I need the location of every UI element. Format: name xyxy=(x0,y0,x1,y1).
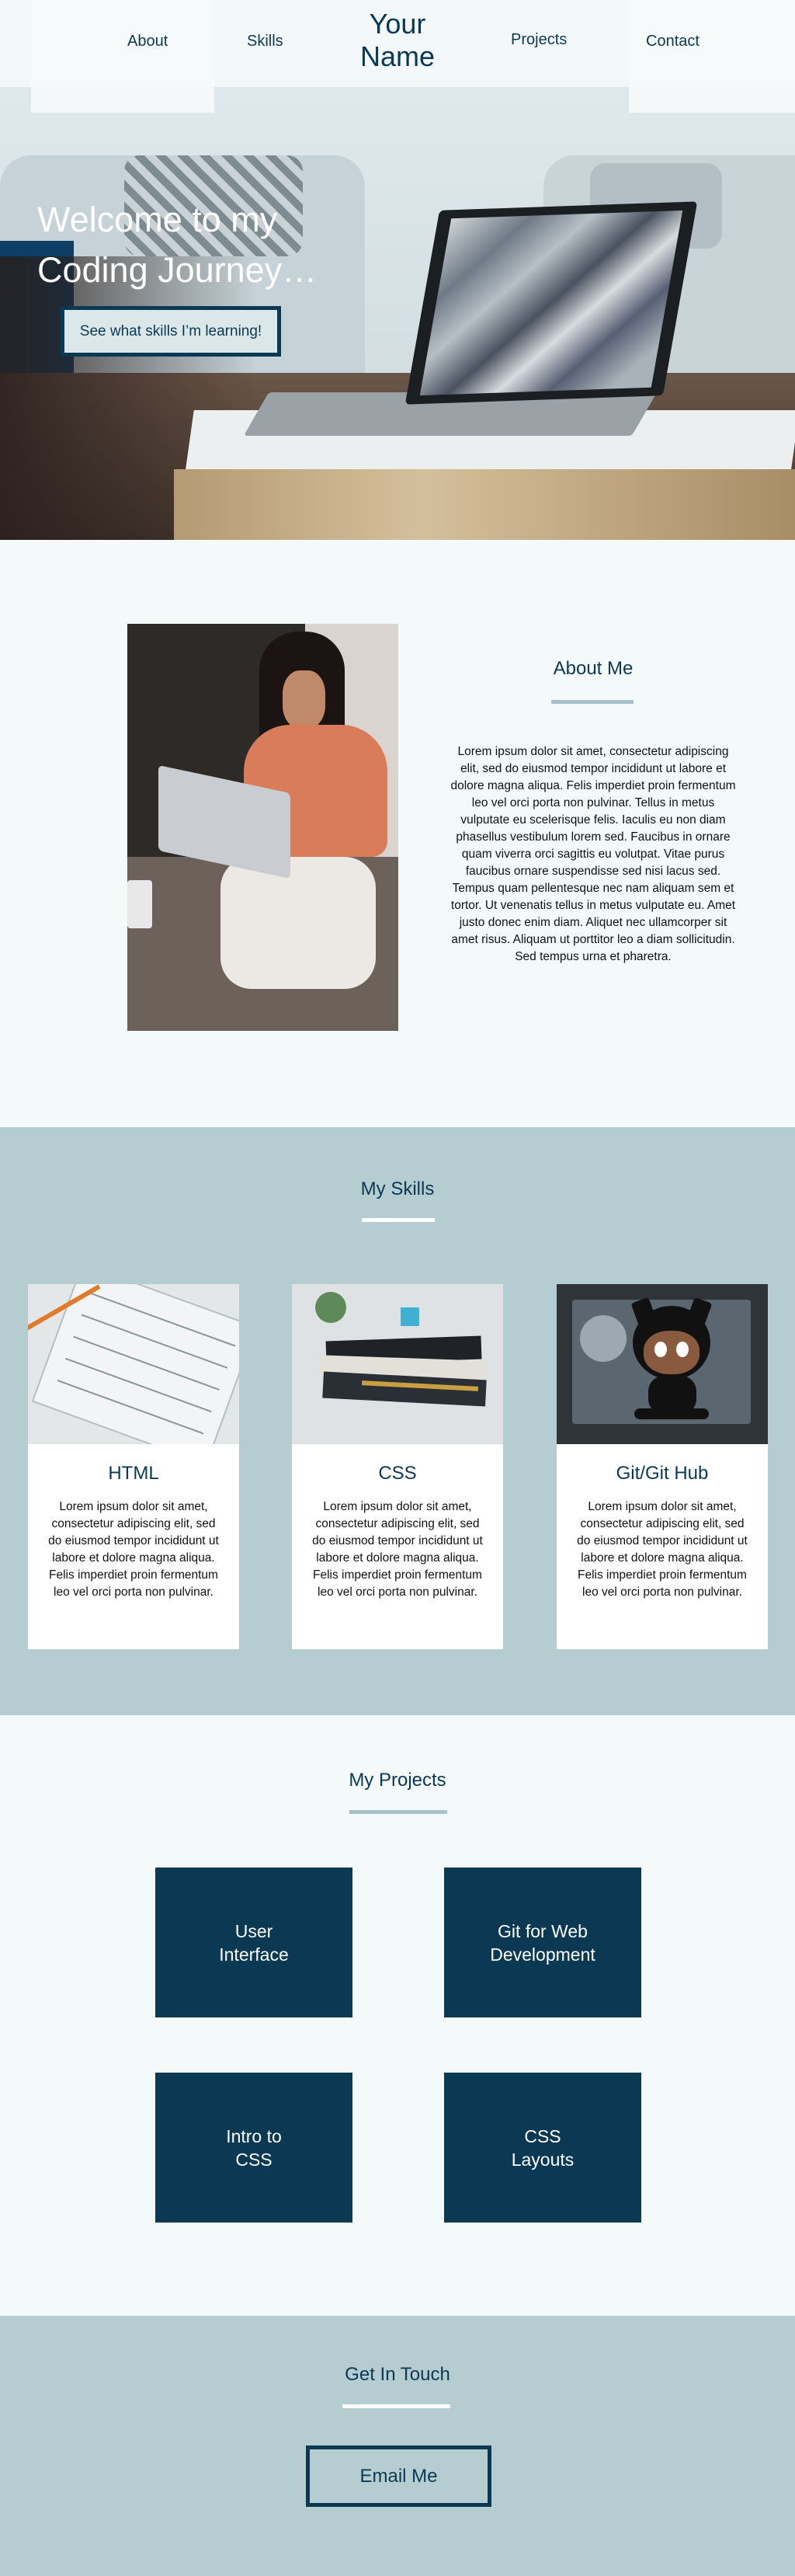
hero-title: Welcome to my Coding Journey… xyxy=(37,200,318,290)
nav-link-about[interactable]: About xyxy=(127,33,168,50)
project-tile-css-layouts[interactable]: CSS Layouts xyxy=(444,2073,641,2223)
project-tile-user-interface[interactable]: User Interface xyxy=(155,1868,352,2017)
projects-section: My Projects User Interface Git for Web D… xyxy=(0,1715,795,2316)
octocat-image xyxy=(557,1284,768,1444)
project-tile-line: Layouts xyxy=(511,2149,575,2170)
skills-heading-divider xyxy=(362,1218,435,1222)
nav-link-projects[interactable]: Projects xyxy=(511,31,567,49)
skill-card-text: Lorem ipsum dolor sit amet, consectetur … xyxy=(48,1500,219,1599)
skill-card-title: CSS xyxy=(378,1463,417,1484)
about-section: About Me Lorem ipsum dolor sit amet, con… xyxy=(0,540,795,1127)
projects-heading-divider xyxy=(349,1810,447,1814)
project-tile-git-web-dev[interactable]: Git for Web Development xyxy=(444,1868,641,2017)
about-body-text: Lorem ipsum dolor sit amet, consectetur … xyxy=(450,745,736,963)
contact-heading: Get In Touch xyxy=(345,2364,450,2385)
nav-link-contact[interactable]: Contact xyxy=(646,33,700,50)
css-skill-image xyxy=(292,1284,503,1444)
html-skill-image xyxy=(28,1284,239,1444)
about-photo xyxy=(127,624,398,1031)
skills-cta-button[interactable]: See what skills I’m learning! xyxy=(61,306,281,357)
skill-card-text: Lorem ipsum dolor sit amet, consectetur … xyxy=(577,1500,748,1599)
skill-card-title: Git/Git Hub xyxy=(616,1463,709,1484)
about-heading: About Me xyxy=(553,658,634,679)
project-tile-line: CSS xyxy=(524,2125,561,2146)
nav-link-skills[interactable]: Skills xyxy=(247,33,283,50)
project-tile-line: Intro to xyxy=(226,2125,282,2146)
skill-card-html: HTML Lorem ipsum dolor sit amet, consect… xyxy=(28,1284,239,1649)
skill-card-text: Lorem ipsum dolor sit amet, consectetur … xyxy=(312,1500,483,1599)
project-tile-intro-css[interactable]: Intro to CSS xyxy=(155,2073,352,2223)
skill-card-title: HTML xyxy=(108,1463,159,1484)
top-navigation: About Skills Your Name Projects Contact xyxy=(0,0,795,87)
projects-heading: My Projects xyxy=(349,1770,446,1791)
contact-heading-divider xyxy=(342,2404,450,2408)
project-tile-line: User xyxy=(234,1920,273,1941)
skills-section: My Skills HTML Lorem ipsum dolor sit ame… xyxy=(0,1127,795,1715)
about-heading-divider xyxy=(551,700,634,704)
project-tile-line: CSS xyxy=(235,2149,273,2170)
skill-card-css: CSS Lorem ipsum dolor sit amet, consecte… xyxy=(292,1284,503,1649)
site-brand-name[interactable]: Your Name xyxy=(357,8,438,73)
project-tile-line: Interface xyxy=(219,1944,289,1965)
contact-section: Get In Touch Email Me xyxy=(0,2316,795,2576)
skill-card-git: Git/Git Hub Lorem ipsum dolor sit amet, … xyxy=(557,1284,768,1649)
project-tile-line: Development xyxy=(490,1944,595,1965)
skills-heading: My Skills xyxy=(360,1178,435,1199)
email-me-button[interactable]: Email Me xyxy=(306,2445,491,2507)
project-tile-line: Git for Web xyxy=(498,1920,588,1941)
